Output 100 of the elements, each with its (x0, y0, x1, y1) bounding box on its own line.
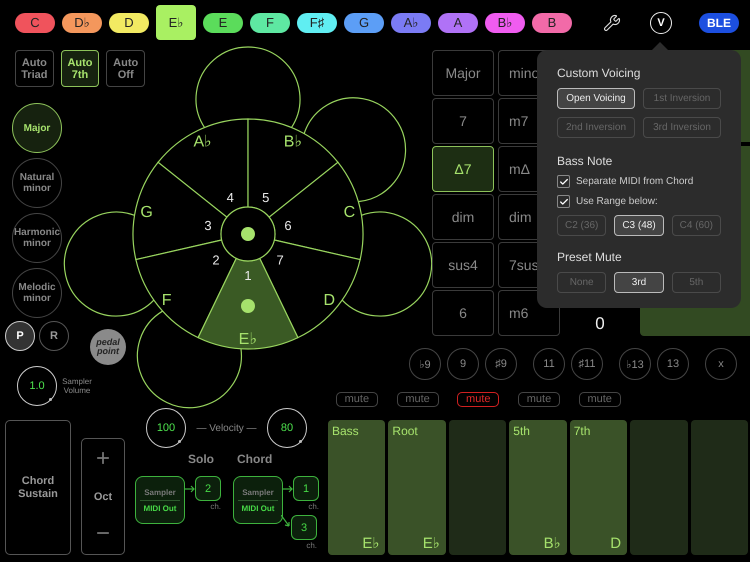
pad-note: B♭ (544, 534, 561, 552)
key-button[interactable]: A (438, 12, 478, 32)
key-button[interactable]: F (250, 12, 290, 32)
velocity-knob[interactable]: 80 (267, 408, 307, 448)
mode-toggle[interactable]: P (5, 321, 35, 351)
mute-button[interactable]: mute (336, 392, 378, 406)
extension-button[interactable]: ♯11 (571, 348, 603, 380)
key-button[interactable]: C (15, 12, 55, 32)
channel-button[interactable]: 1 (293, 476, 319, 501)
key-button[interactable]: B (532, 12, 572, 32)
checkbox[interactable] (557, 175, 570, 188)
degree-label: 2 (212, 252, 220, 268)
mute-button[interactable]: mute (578, 392, 621, 406)
scale-button[interactable]: Melodic minor (12, 268, 62, 318)
pedal-point-button[interactable]: pedal point (90, 329, 126, 365)
velocity-label: — Velocity — (195, 422, 258, 434)
voicing-option[interactable]: Open Voicing (557, 88, 635, 109)
chord-quality-button[interactable]: Major (432, 50, 494, 96)
wheel-sector[interactable] (135, 239, 237, 338)
chord-quality-button[interactable]: 6 (432, 290, 494, 336)
note-label: C (344, 204, 356, 221)
arrow-icon (283, 485, 293, 493)
voice-pad[interactable]: 7th D (570, 420, 628, 555)
degree-label: 5 (262, 190, 270, 206)
key-button[interactable]: G (344, 12, 384, 32)
output-selector[interactable]: Sampler MIDI Out (233, 476, 283, 524)
wheel-hub[interactable] (220, 206, 276, 262)
mode-toggle[interactable]: R (39, 321, 69, 351)
pad-role: 5th (513, 424, 530, 438)
extension-button[interactable]: ♭13 (619, 348, 651, 380)
selection-dot (241, 299, 255, 313)
degree-label: 1 (244, 268, 252, 283)
auto-button[interactable]: Auto Triad (15, 50, 54, 87)
channel-button[interactable]: 2 (195, 476, 221, 501)
key-button[interactable]: E♭ (156, 5, 196, 40)
voice-pad[interactable]: Bass E♭ (328, 420, 386, 555)
extension-button[interactable]: 9 (447, 348, 479, 380)
key-button[interactable]: B♭ (485, 12, 525, 32)
section-title: Preset Mute (557, 250, 623, 264)
auto-button[interactable]: Auto Off (106, 50, 146, 87)
octave-up-button[interactable]: + (96, 447, 110, 471)
source-label: Sampler (238, 488, 278, 500)
checkbox[interactable] (557, 195, 570, 208)
key-button[interactable]: A♭ (391, 12, 431, 32)
chord-quality-button[interactable]: dim (432, 194, 494, 240)
pad-note: E♭ (362, 534, 380, 552)
channel-button[interactable]: 3 (291, 515, 317, 540)
chord-quality-button[interactable]: 7 (432, 98, 494, 144)
scale-button[interactable]: Natural minor (12, 158, 62, 208)
note-label: B♭ (284, 133, 302, 150)
chord-sustain-button[interactable]: Chord Sustain (5, 420, 71, 555)
output-label: MIDI Out (242, 504, 274, 512)
pad-note: E♭ (422, 534, 440, 552)
wheel-sector[interactable] (247, 118, 339, 218)
velocity-knob[interactable]: 100 (146, 408, 186, 448)
note-label: E♭ (238, 331, 258, 348)
mute-button[interactable]: mute (457, 392, 500, 406)
key-button[interactable]: F♯ (297, 12, 337, 32)
auto-button[interactable]: Auto 7th (60, 50, 100, 87)
extension-button[interactable]: 13 (657, 348, 689, 380)
volume-knob[interactable]: 1.0 (17, 366, 57, 406)
extension-button[interactable]: x (705, 348, 737, 380)
volume-label: Sampler Volume (61, 377, 93, 395)
range-option[interactable]: C3 (48) (614, 215, 664, 236)
note-label: D (324, 292, 336, 309)
mute-option[interactable]: 3rd (614, 272, 664, 293)
octave-down-button[interactable]: − (96, 522, 110, 546)
checkbox-label: Use Range below: (576, 196, 658, 207)
key-button[interactable]: D (109, 12, 149, 32)
chord-quality-button[interactable]: sus4 (432, 242, 494, 288)
voice-pad[interactable]: 5th B♭ (509, 420, 567, 555)
wrench-icon[interactable] (603, 14, 621, 32)
output-selector[interactable]: Sampler MIDI Out (135, 476, 185, 524)
extension-button[interactable]: ♯9 (485, 348, 517, 380)
wheel-sector[interactable] (158, 118, 249, 218)
octave-label: Oct (94, 490, 112, 502)
arrow-icon (185, 485, 195, 493)
wheel-sector[interactable] (259, 239, 361, 338)
channel-unit: ch. (308, 502, 319, 511)
key-button[interactable]: D♭ (62, 12, 102, 32)
channel-unit: ch. (210, 502, 221, 511)
note-label: F (162, 292, 172, 309)
voicing-button[interactable]: V (650, 12, 672, 34)
chord-quality-button[interactable]: Δ7 (432, 146, 494, 192)
mute-button[interactable]: mute (518, 392, 560, 406)
scale-button[interactable]: Major (12, 103, 62, 153)
output-label: MIDI Out (144, 504, 176, 512)
section-title: Bass Note (557, 154, 614, 168)
pad-role: 7th (574, 424, 590, 438)
extension-button[interactable]: ♭9 (409, 348, 441, 380)
degree-label: 7 (276, 252, 284, 268)
scale-button[interactable]: Harmonic minor (12, 213, 62, 263)
voice-pad[interactable]: Root E♭ (388, 420, 446, 555)
key-button[interactable]: E (203, 12, 243, 32)
degree-label: 3 (204, 218, 212, 233)
checkbox-label: Separate MIDI from Chord (576, 176, 694, 187)
note-label: A♭ (194, 133, 212, 150)
ble-button[interactable]: BLE (699, 12, 739, 32)
mute-button[interactable]: mute (396, 392, 439, 406)
extension-button[interactable]: 11 (533, 348, 565, 380)
